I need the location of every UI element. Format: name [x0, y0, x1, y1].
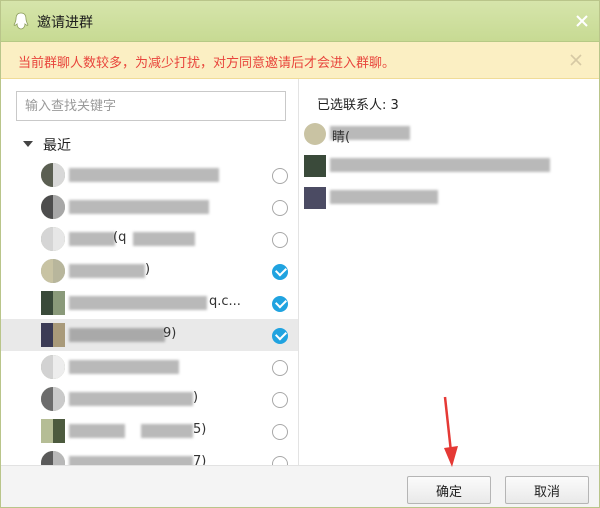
contact-row[interactable] [1, 191, 298, 223]
title-bar[interactable]: 邀请进群 [1, 1, 599, 42]
selected-contact-item[interactable] [300, 185, 599, 211]
avatar [304, 123, 326, 145]
select-checkbox[interactable] [272, 424, 288, 440]
avatar [41, 291, 65, 315]
notice-close-icon[interactable] [569, 53, 583, 67]
contact-row[interactable]: 7) [1, 447, 298, 465]
window-title: 邀请进群 [37, 15, 93, 31]
select-checkbox[interactable] [272, 232, 288, 248]
confirm-button[interactable]: 确定 [407, 476, 491, 504]
dialog-footer: 确定 取消 [1, 465, 599, 507]
avatar [41, 419, 65, 443]
group-recent-header[interactable]: 最近 [23, 135, 223, 155]
caret-down-icon [23, 141, 33, 147]
contact-row[interactable] [1, 351, 298, 383]
select-checkbox-checked[interactable] [272, 264, 288, 280]
contact-picker-pane: 最近 (q [1, 79, 299, 465]
close-icon[interactable] [573, 12, 591, 30]
selected-contacts-pane: 已选联系人: 3 睛( [300, 79, 599, 465]
select-checkbox[interactable] [272, 168, 288, 184]
avatar [41, 227, 65, 251]
notice-banner: 当前群聊人数较多，为减少打扰，对方同意邀请后才会进入群聊。 [1, 42, 599, 79]
contact-row[interactable]: (q [1, 223, 298, 255]
penguin-icon [13, 12, 29, 30]
select-checkbox-checked[interactable] [272, 328, 288, 344]
contact-row[interactable]: 5) [1, 415, 298, 447]
selected-name-suffix: 睛( [332, 130, 351, 145]
contact-name-suffix: (q [113, 230, 127, 245]
avatar [304, 155, 326, 177]
contact-name-suffix: 7) [193, 454, 207, 465]
avatar [41, 387, 65, 411]
contact-row[interactable]: 9) [1, 319, 298, 351]
selected-contact-item[interactable] [300, 153, 599, 179]
avatar [41, 355, 65, 379]
notice-text: 当前群聊人数较多，为减少打扰，对方同意邀请后才会进入群聊。 [18, 56, 396, 71]
avatar [304, 187, 326, 209]
select-checkbox[interactable] [272, 200, 288, 216]
avatar [41, 451, 65, 465]
selected-contact-item[interactable]: 睛( [300, 121, 599, 147]
selected-count-label: 已选联系人: 3 [317, 98, 399, 113]
contact-name-suffix: ) [193, 390, 199, 405]
avatar [41, 195, 65, 219]
contact-row[interactable]: ) [1, 255, 298, 287]
contact-row[interactable] [1, 159, 298, 191]
contact-name-suffix: 9) [163, 326, 177, 341]
group-label: 最近 [43, 138, 71, 154]
contact-name-suffix: 5) [193, 422, 207, 437]
select-checkbox[interactable] [272, 360, 288, 376]
contact-row[interactable]: ) [1, 383, 298, 415]
avatar [41, 323, 65, 347]
invite-dialog: 邀请进群 当前群聊人数较多，为减少打扰，对方同意邀请后才会进入群聊。 最近 [0, 0, 600, 508]
avatar [41, 259, 65, 283]
search-input[interactable] [16, 91, 286, 121]
select-checkbox-checked[interactable] [272, 296, 288, 312]
contact-name-suffix: ) [145, 262, 151, 277]
cancel-button[interactable]: 取消 [505, 476, 589, 504]
contact-name-suffix: q.c... [209, 294, 241, 309]
select-checkbox[interactable] [272, 456, 288, 465]
select-checkbox[interactable] [272, 392, 288, 408]
contact-row[interactable]: q.c... [1, 287, 298, 319]
avatar [41, 163, 65, 187]
